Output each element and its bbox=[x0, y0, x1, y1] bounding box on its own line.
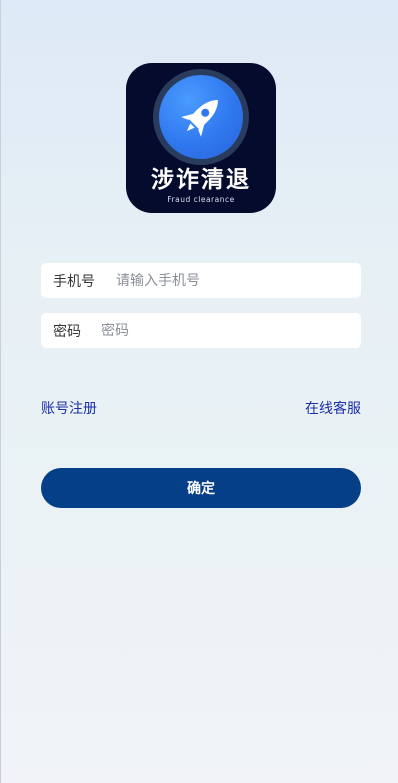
register-link[interactable]: 账号注册 bbox=[41, 400, 97, 418]
logo-subtitle: Fraud clearance bbox=[167, 195, 235, 204]
customer-service-link[interactable]: 在线客服 bbox=[305, 400, 361, 418]
left-edge-divider bbox=[0, 0, 1, 783]
password-input[interactable] bbox=[101, 322, 301, 339]
rocket-icon bbox=[181, 100, 218, 137]
confirm-button[interactable]: 确定 bbox=[41, 468, 361, 508]
app-logo: 涉诈清退 Fraud clearance bbox=[126, 63, 276, 213]
password-label: 密码 bbox=[53, 323, 81, 340]
logo-ring bbox=[153, 69, 249, 165]
phone-field: 手机号 bbox=[41, 263, 361, 298]
password-field: 密码 bbox=[41, 313, 361, 348]
phone-input[interactable] bbox=[116, 272, 316, 289]
logo-circle bbox=[159, 75, 243, 159]
logo-title: 涉诈清退 bbox=[151, 167, 251, 193]
phone-label: 手机号 bbox=[53, 273, 95, 290]
